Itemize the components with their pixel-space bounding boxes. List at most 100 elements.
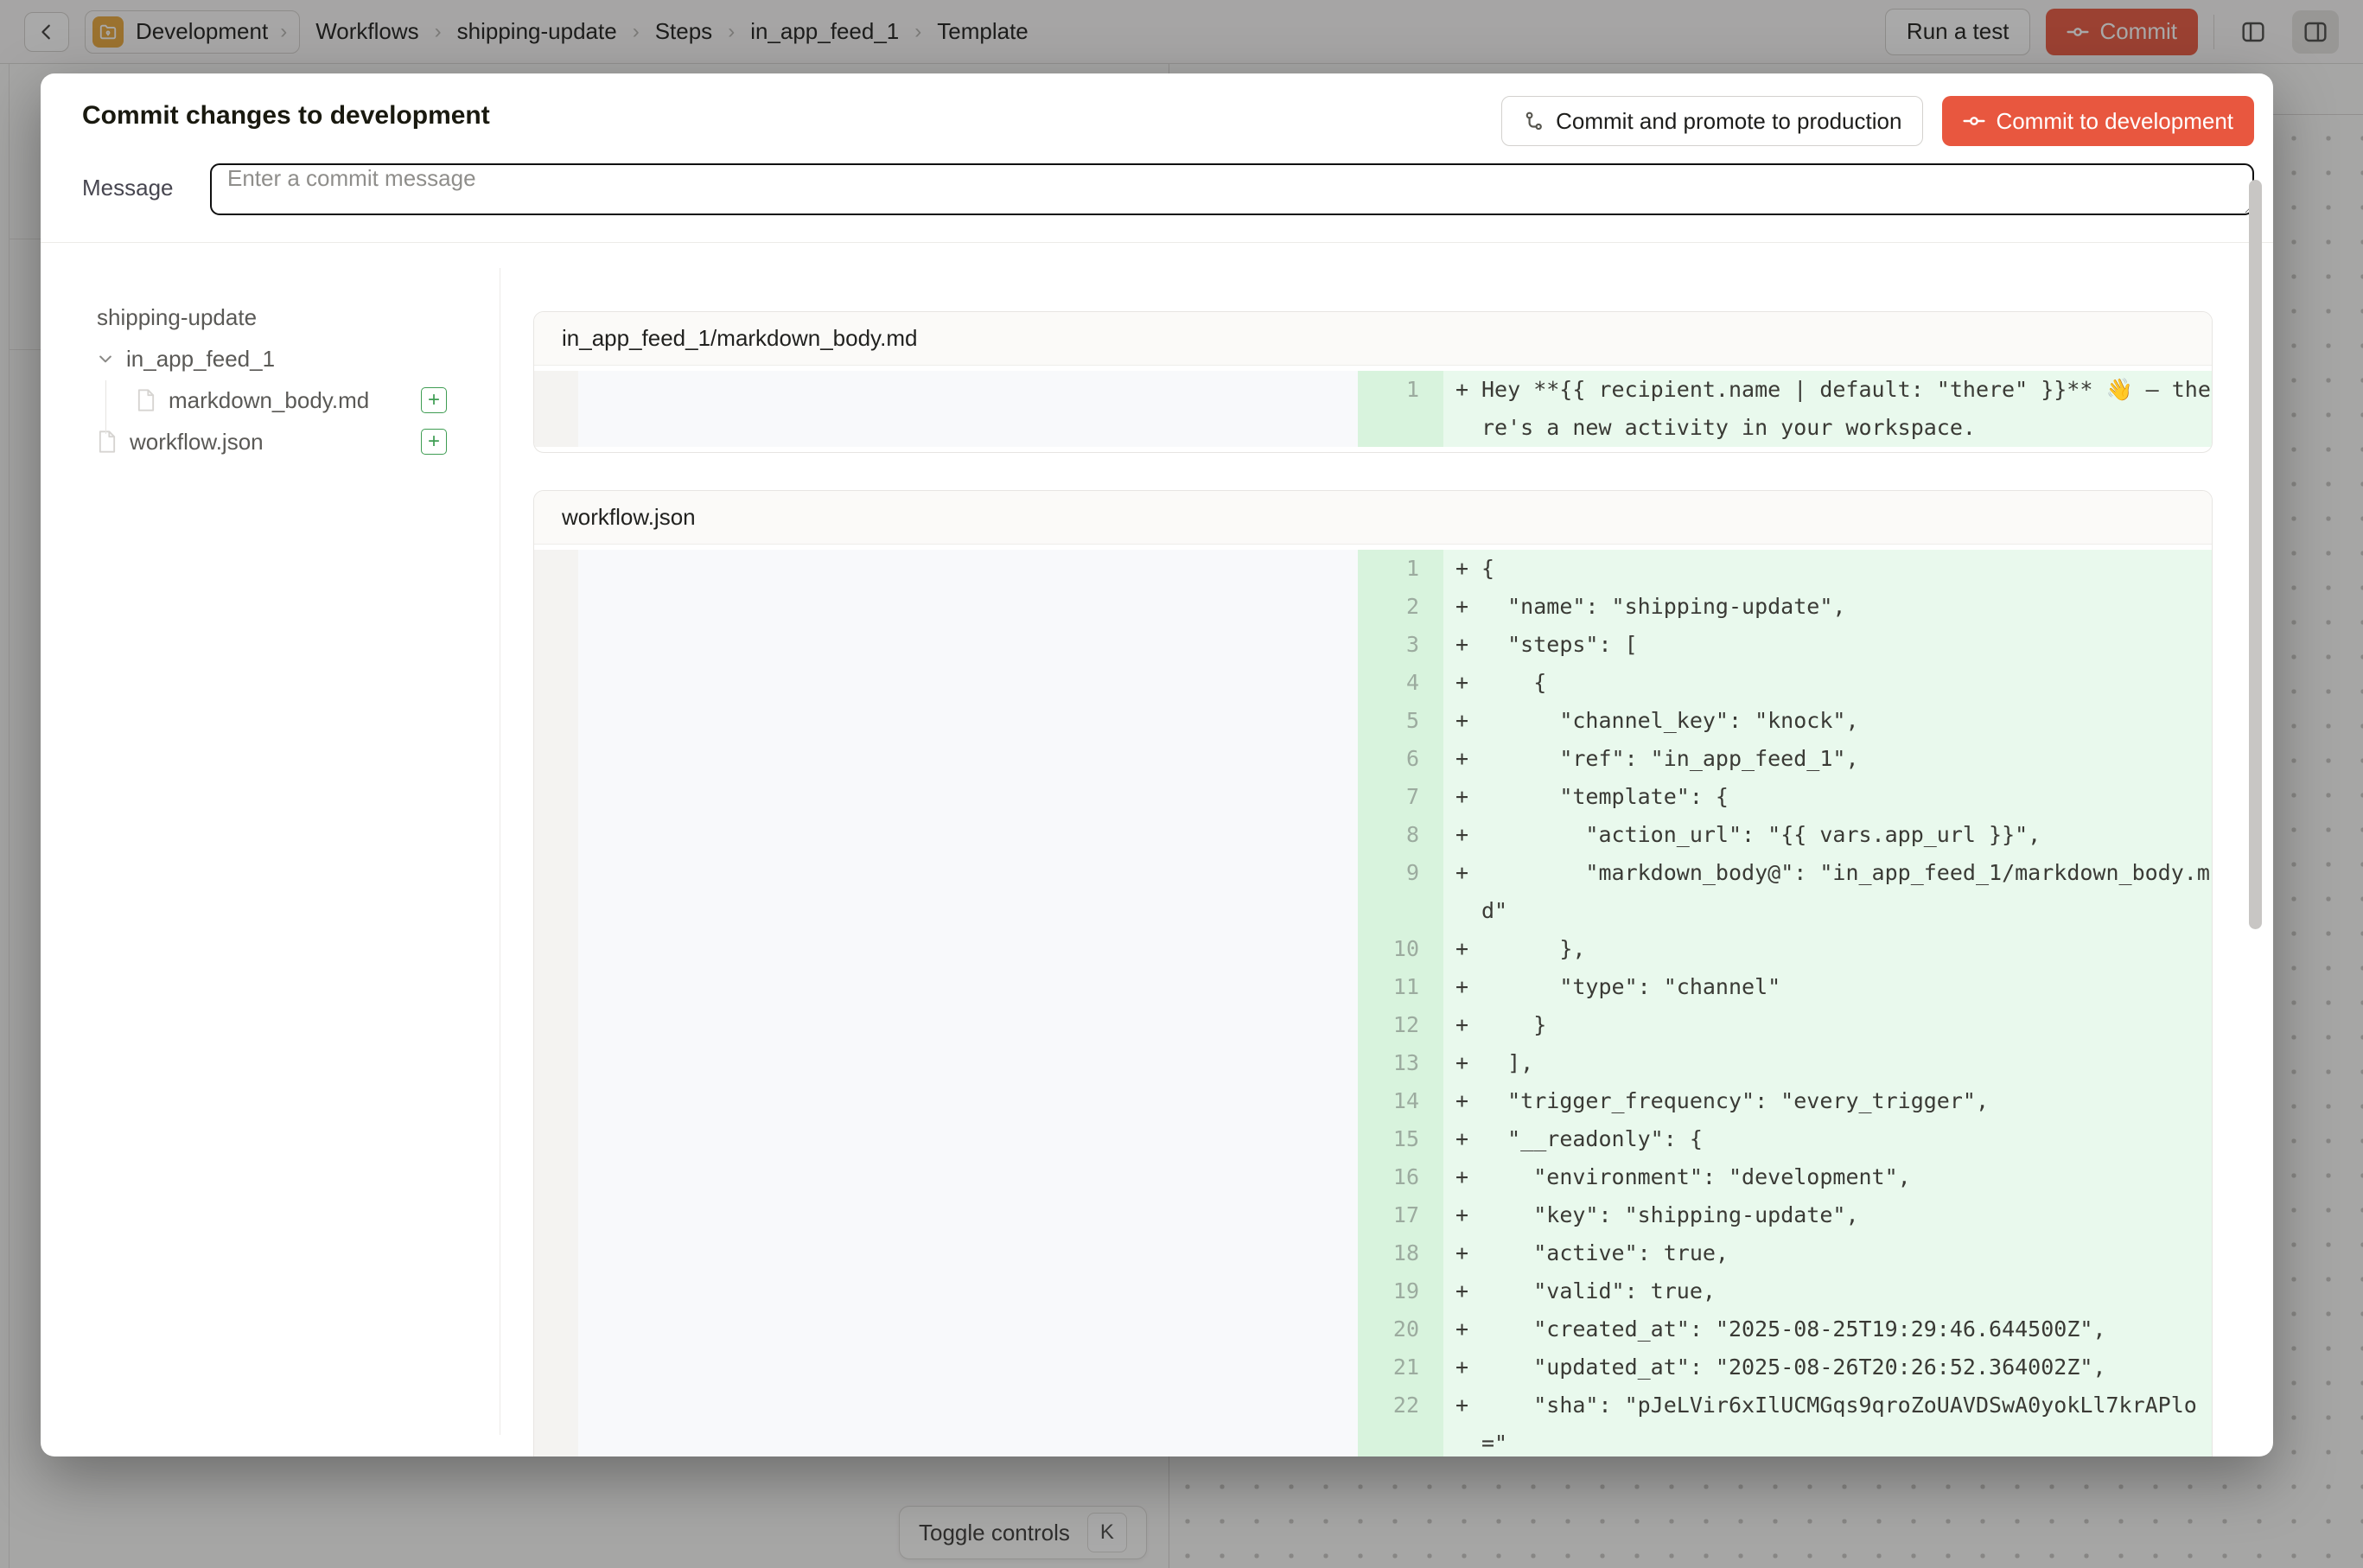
diff-line-number: 2 xyxy=(1358,588,1443,626)
diff-line-number: 21 xyxy=(1358,1348,1443,1386)
diff-old-side xyxy=(578,930,1358,968)
file-added-badge: + xyxy=(421,429,447,455)
diff-line-number: 11 xyxy=(1358,968,1443,1006)
diff-card: in_app_feed_1/markdown_body.md1+Hey **{{… xyxy=(533,311,2213,453)
diff-line: 1+Hey **{{ recipient.name | default: "th… xyxy=(534,371,2212,447)
commit-to-development-button[interactable]: Commit to development xyxy=(1942,96,2254,146)
tree-root-workflow: shipping-update xyxy=(97,296,447,338)
diff-line-number: 3 xyxy=(1358,626,1443,664)
diff-old-side xyxy=(578,371,1358,447)
diff-line-number: 1 xyxy=(1358,550,1443,588)
diff-old-gutter xyxy=(534,1272,578,1310)
diff-line-content: + "steps": [ xyxy=(1443,626,2213,664)
diff-code-text: "ref": "in_app_feed_1", xyxy=(1481,740,2213,778)
diff-old-side xyxy=(578,550,1358,588)
diff-line: 7 + "template": { xyxy=(534,778,2212,816)
diff-old-gutter xyxy=(534,1234,578,1272)
diff-old-gutter xyxy=(534,550,578,588)
diff-old-gutter xyxy=(534,1082,578,1120)
diff-line-number: 4 xyxy=(1358,664,1443,702)
diff-add-sign: + xyxy=(1455,816,1481,854)
diff-line: 3+ "steps": [ xyxy=(534,626,2212,664)
diff-add-sign: + xyxy=(1455,1044,1481,1082)
diff-old-gutter xyxy=(534,968,578,1006)
diff-old-gutter xyxy=(534,740,578,778)
changed-files-tree: shipping-update in_app_feed_1 markdown_b… xyxy=(41,243,500,1456)
commit-message-input[interactable] xyxy=(210,163,2254,215)
diff-old-gutter xyxy=(534,854,578,930)
promote-branch-icon xyxy=(1523,110,1545,132)
diff-filename: workflow.json xyxy=(534,491,2212,545)
diff-old-side xyxy=(578,1386,1358,1456)
diff-line-content: + "active": true, xyxy=(1443,1234,2213,1272)
diff-old-gutter xyxy=(534,371,578,447)
diff-old-gutter xyxy=(534,588,578,626)
commit-icon xyxy=(1963,110,1985,132)
diff-old-gutter xyxy=(534,1196,578,1234)
diff-line-content: +Hey **{{ recipient.name | default: "the… xyxy=(1443,371,2213,447)
diff-old-side xyxy=(578,968,1358,1006)
diff-line: 15+ "__readonly": { xyxy=(534,1120,2212,1158)
diff-line-content: + "sha": "pJeLVir6xIlUCMGqs9qroZoUAVDSwA… xyxy=(1443,1386,2213,1456)
diff-line-content: + "markdown_body@": "in_app_feed_1/markd… xyxy=(1443,854,2213,930)
diff-line-content: + "__readonly": { xyxy=(1443,1120,2213,1158)
diff-line-number: 8 xyxy=(1358,816,1443,854)
diff-code-text: "template": { xyxy=(1481,778,2213,816)
chevron-down-icon xyxy=(97,350,114,367)
diff-line-number: 15 xyxy=(1358,1120,1443,1158)
diff-line-content: + "trigger_frequency": "every_trigger", xyxy=(1443,1082,2213,1120)
diff-old-side xyxy=(578,1348,1358,1386)
diff-line-content: + "type": "channel" xyxy=(1443,968,2213,1006)
diff-code-text: }, xyxy=(1481,930,2213,968)
diff-line-number: 6 xyxy=(1358,740,1443,778)
diff-add-sign: + xyxy=(1455,854,1481,930)
diff-old-side xyxy=(578,1120,1358,1158)
diff-old-side xyxy=(578,1310,1358,1348)
diff-line: 17+ "key": "shipping-update", xyxy=(534,1196,2212,1234)
diff-code-text: { xyxy=(1481,664,2213,702)
diff-add-sign: + xyxy=(1455,1196,1481,1234)
diff-line: 2+ "name": "shipping-update", xyxy=(534,588,2212,626)
diff-line: 6+ "ref": "in_app_feed_1", xyxy=(534,740,2212,778)
diff-old-side xyxy=(578,588,1358,626)
diff-line-content: + ], xyxy=(1443,1044,2213,1082)
diff-old-gutter xyxy=(534,664,578,702)
diff-line-number: 9 xyxy=(1358,854,1443,930)
diff-old-side xyxy=(578,1006,1358,1044)
diff-old-side xyxy=(578,1196,1358,1234)
diff-add-sign: + xyxy=(1455,550,1481,588)
file-icon xyxy=(97,430,118,454)
tree-file-markdown-body[interactable]: markdown_body.md + xyxy=(136,379,447,421)
diff-add-sign: + xyxy=(1455,778,1481,816)
diff-add-sign: + xyxy=(1455,968,1481,1006)
diff-line: 5+ "channel_key": "knock", xyxy=(534,702,2212,740)
diff-line-number: 19 xyxy=(1358,1272,1443,1310)
diff-filename: in_app_feed_1/markdown_body.md xyxy=(534,312,2212,366)
diff-line-number: 7 xyxy=(1358,778,1443,816)
diff-old-gutter xyxy=(534,1158,578,1196)
diff-add-sign: + xyxy=(1455,1348,1481,1386)
diff-code-text: "active": true, xyxy=(1481,1234,2213,1272)
diff-line-content: + "key": "shipping-update", xyxy=(1443,1196,2213,1234)
diff-old-side xyxy=(578,702,1358,740)
diff-line: 13+ ], xyxy=(534,1044,2212,1082)
modal-scrollbar-thumb[interactable] xyxy=(2249,180,2262,929)
diff-line-number: 1 xyxy=(1358,371,1443,447)
diff-line-content: +{ xyxy=(1443,550,2213,588)
diff-old-side xyxy=(578,1272,1358,1310)
commit-and-promote-button[interactable]: Commit and promote to production xyxy=(1501,96,1923,146)
diff-line-number: 22 xyxy=(1358,1386,1443,1456)
tree-folder-in-app-feed[interactable]: in_app_feed_1 xyxy=(97,338,447,379)
diff-code-text: ], xyxy=(1481,1044,2213,1082)
tree-file-workflow-json[interactable]: workflow.json + xyxy=(97,421,447,462)
diff-old-gutter xyxy=(534,1006,578,1044)
diff-add-sign: + xyxy=(1455,1158,1481,1196)
diff-line: 14+ "trigger_frequency": "every_trigger"… xyxy=(534,1082,2212,1120)
diff-add-sign: + xyxy=(1455,588,1481,626)
diff-line: 1+{ xyxy=(534,550,2212,588)
diff-line-content: + } xyxy=(1443,1006,2213,1044)
diff-code-text: "trigger_frequency": "every_trigger", xyxy=(1481,1082,2213,1120)
diff-line: 16+ "environment": "development", xyxy=(534,1158,2212,1196)
diff-line-number: 12 xyxy=(1358,1006,1443,1044)
diff-old-gutter xyxy=(534,1348,578,1386)
